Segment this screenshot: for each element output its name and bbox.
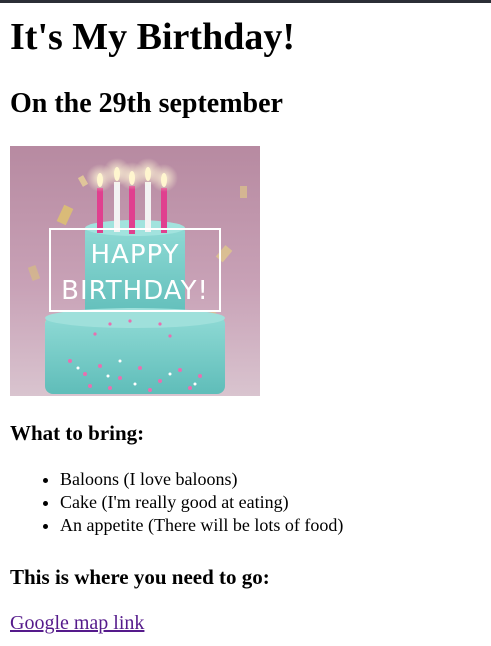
google-map-link[interactable]: Google map link	[10, 611, 144, 635]
happy-text: HAPPY	[90, 240, 179, 270]
browser-top-bar	[0, 0, 491, 3]
date-heading: On the 29th september	[10, 88, 283, 119]
bring-list: Baloons (I love baloons) Cake (I'm reall…	[10, 468, 343, 537]
list-item: Cake (I'm really good at eating)	[60, 491, 343, 514]
birthday-cake-image: HAPPY BIRTHDAY!	[10, 146, 260, 396]
bring-heading: What to bring:	[10, 421, 145, 445]
list-item: An appetite (There will be lots of food)	[60, 514, 343, 537]
location-heading: This is where you need to go:	[10, 565, 270, 589]
page-title: It's My Birthday!	[10, 16, 295, 58]
list-item: Baloons (I love baloons)	[60, 468, 343, 491]
birthday-text: BIRTHDAY!	[61, 276, 209, 306]
